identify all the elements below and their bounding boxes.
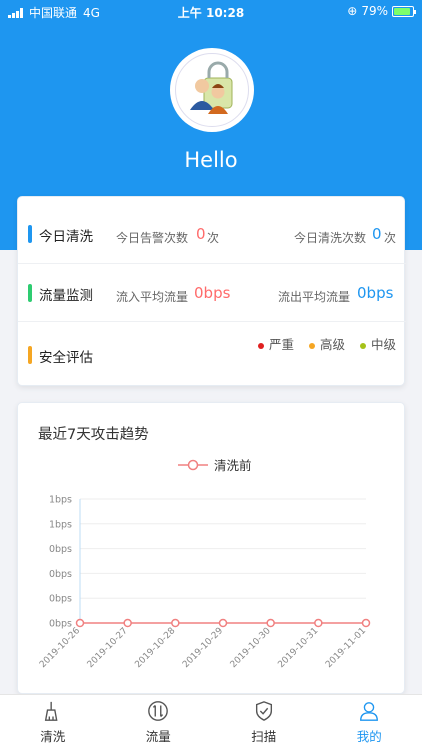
traffic-indicator [28,284,32,302]
clean-row[interactable]: 今日清洗 今日告警次数 0 次 今日清洗次数 0 次 [18,197,406,257]
clean-count-label: 今日清洗次数 [294,231,367,245]
tab-traffic[interactable]: 流量 [106,695,212,750]
tab-clean-label: 清洗 [40,729,66,744]
clean-count-unit: 次 [384,231,397,245]
x-tick-label: 2019-10-28 [133,626,177,670]
user-icon [360,702,379,721]
y-tick-label: 0bps [49,569,72,580]
bottom-tab-bar: 清洗 流量 扫描 我的 [0,694,422,750]
alarm-count-label: 今日告警次数 [116,231,189,245]
alarm-count-value: 0 [196,225,206,243]
y-tick-label: 0bps [49,544,72,555]
outflow-label: 流出平均流量 [278,290,351,304]
broom-icon [44,701,58,721]
clean-count-value: 0 [372,225,382,243]
shield-check-icon [255,701,272,721]
x-tick-label: 2019-10-29 [181,626,225,670]
clean-indicator [28,225,32,243]
data-point [314,618,323,628]
data-point [123,618,132,628]
summary-card: 今日清洗 今日告警次数 0 次 今日清洗次数 0 次 流量监测 流入平均流量 0… [17,196,406,387]
battery-icon [392,5,416,17]
tab-clean[interactable]: 清洗 [0,695,106,750]
data-point [361,618,371,628]
status-bar: 中国联通 4G 上午 10:28 ⊕ 79% [0,0,422,22]
tab-scan[interactable]: 扫描 [211,695,317,750]
data-point [266,618,275,628]
inflow-value: 0bps [194,284,231,302]
attack-trend-chart: 0bps0bps0bps0bps1bps1bps2019-10-26 2019-1… [38,495,371,670]
y-tick-label: 1bps [49,495,72,506]
greeting: Hello [184,148,238,172]
traffic-title: 流量监测 [39,288,93,304]
x-tick-label: 2019-10-27 [86,626,130,670]
tab-mine[interactable]: 我的 [317,695,422,750]
y-tick-label: 1bps [49,519,72,530]
data-point [171,618,180,628]
battery-percent: 79% [361,4,388,18]
legend-medium: 中级 [360,334,396,353]
x-tick-label: 2019-10-26 [38,626,82,670]
x-tick-label: 2019-11-01 [324,626,368,670]
legend-high: 高级 [309,334,345,353]
y-tick-label: 0bps [49,619,72,630]
data-point [218,618,228,628]
outflow-value: 0bps [357,284,394,302]
tab-mine-label: 我的 [356,729,382,744]
clean-title: 今日清洗 [39,229,93,245]
tab-traffic-label: 流量 [145,729,171,744]
y-tick-label: 0bps [49,594,72,605]
x-tick-label: 2019-10-31 [276,626,320,670]
inflow-label: 流入平均流量 [116,290,189,304]
attack-trend-card: 最近7天攻击趋势 清洗前 0bps 0bps 0bps 0bps 1bps 1bps 201… [17,402,405,694]
users-lock-icon [190,61,233,114]
tab-scan-label: 扫描 [251,729,277,744]
legend-critical: 严重 [258,334,294,353]
x-tick-label: 2019-10-30 [229,626,273,670]
security-title: 安全评估 [39,350,93,366]
traffic-row[interactable]: 流量监测 流入平均流量 0bps 流出平均流量 0bps [18,263,406,323]
alarm-count-unit: 次 [207,231,220,245]
rotation-lock-icon: ⊕ [347,4,358,18]
avatar[interactable] [170,48,254,132]
data-point [75,618,85,628]
security-indicator [28,346,32,364]
security-row[interactable]: 安全评估 [18,321,406,387]
traffic-arrows-icon [148,701,169,721]
